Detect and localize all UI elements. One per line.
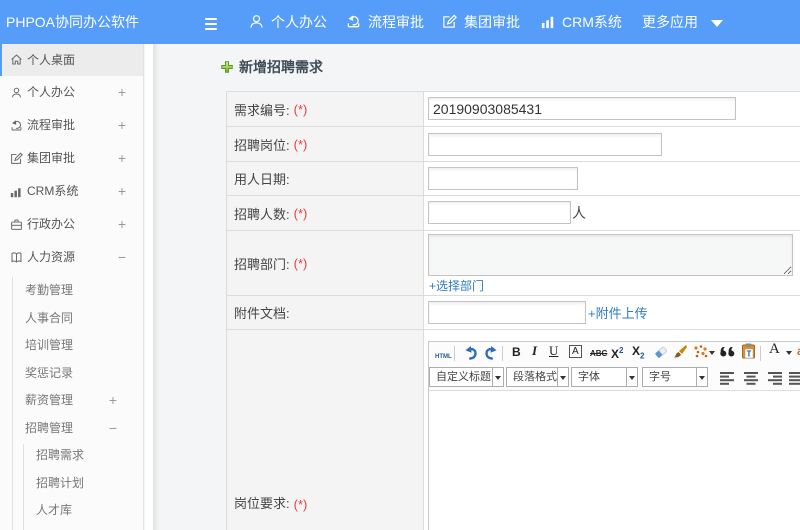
svg-text:T: T	[747, 350, 752, 359]
